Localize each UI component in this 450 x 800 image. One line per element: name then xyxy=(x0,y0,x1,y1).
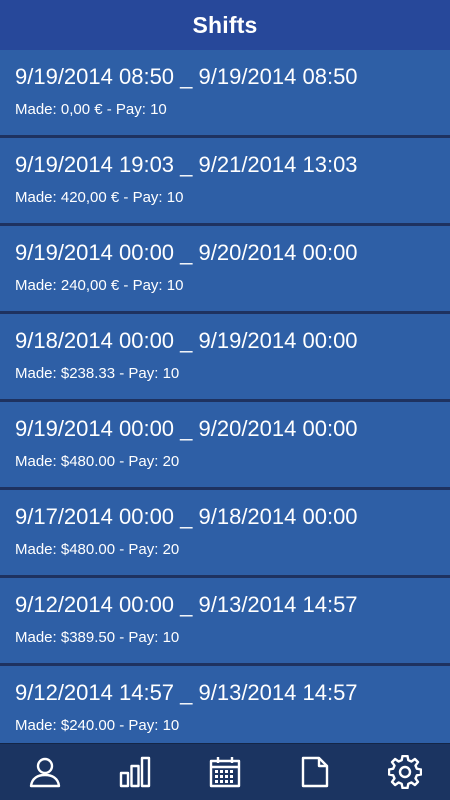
shift-list-item[interactable]: 9/19/2014 08:50 _ 9/19/2014 08:50 Made: … xyxy=(0,50,450,138)
shift-earnings: Made: $240.00 - Pay: 10 xyxy=(15,717,180,734)
shift-earnings: Made: $238.33 - Pay: 10 xyxy=(15,365,180,382)
shift-earnings: Made: $480.00 - Pay: 20 xyxy=(15,453,180,470)
nav-calendar-button[interactable] xyxy=(195,744,255,800)
bar-chart-icon xyxy=(119,756,151,788)
shift-date-range: 9/19/2014 00:00 _ 9/20/2014 00:00 xyxy=(15,240,358,265)
shift-date-range: 9/19/2014 08:50 _ 9/19/2014 08:50 xyxy=(15,64,358,89)
shift-date-range: 9/19/2014 00:00 _ 9/20/2014 00:00 xyxy=(15,416,358,441)
shift-earnings: Made: 0,00 € - Pay: 10 xyxy=(15,101,167,118)
nav-stats-button[interactable] xyxy=(105,744,165,800)
header-bar: Shifts xyxy=(0,0,450,50)
shift-date-range: 9/18/2014 00:00 _ 9/19/2014 00:00 xyxy=(15,328,358,353)
shift-date-range: 9/12/2014 00:00 _ 9/13/2014 14:57 xyxy=(15,592,358,617)
shift-list-item[interactable]: 9/12/2014 00:00 _ 9/13/2014 14:57 Made: … xyxy=(0,578,450,666)
shift-list-item[interactable]: 9/18/2014 00:00 _ 9/19/2014 00:00 Made: … xyxy=(0,314,450,402)
shift-list-item[interactable]: 9/17/2014 00:00 _ 9/18/2014 00:00 Made: … xyxy=(0,490,450,578)
app-root: Shifts 9/19/2014 08:50 _ 9/19/2014 08:50… xyxy=(0,0,450,800)
nav-report-button[interactable] xyxy=(285,744,345,800)
shift-earnings: Made: $480.00 - Pay: 20 xyxy=(15,541,180,558)
shift-list[interactable]: 9/19/2014 08:50 _ 9/19/2014 08:50 Made: … xyxy=(0,50,450,744)
gear-icon xyxy=(388,755,422,789)
shift-list-item[interactable]: 9/19/2014 00:00 _ 9/20/2014 00:00 Made: … xyxy=(0,226,450,314)
nav-settings-button[interactable] xyxy=(375,744,435,800)
shift-list-item[interactable]: 9/19/2014 00:00 _ 9/20/2014 00:00 Made: … xyxy=(0,402,450,490)
shift-date-range: 9/19/2014 19:03 _ 9/21/2014 13:03 xyxy=(15,152,358,177)
calendar-icon xyxy=(209,757,241,788)
person-icon xyxy=(29,757,61,788)
shift-date-range: 9/12/2014 14:57 _ 9/13/2014 14:57 xyxy=(15,680,358,705)
page-title: Shifts xyxy=(192,11,258,38)
shift-earnings: Made: 420,00 € - Pay: 10 xyxy=(15,189,184,206)
shift-list-item[interactable]: 9/19/2014 19:03 _ 9/21/2014 13:03 Made: … xyxy=(0,138,450,226)
shift-date-range: 9/17/2014 00:00 _ 9/18/2014 00:00 xyxy=(15,504,358,529)
shift-list-item[interactable]: 9/12/2014 14:57 _ 9/13/2014 14:57 Made: … xyxy=(0,666,450,744)
nav-profile-button[interactable] xyxy=(15,744,75,800)
shift-earnings: Made: $389.50 - Pay: 10 xyxy=(15,629,180,646)
shift-earnings: Made: 240,00 € - Pay: 10 xyxy=(15,277,184,294)
bottom-nav-bar xyxy=(0,743,450,800)
document-icon xyxy=(301,756,329,788)
